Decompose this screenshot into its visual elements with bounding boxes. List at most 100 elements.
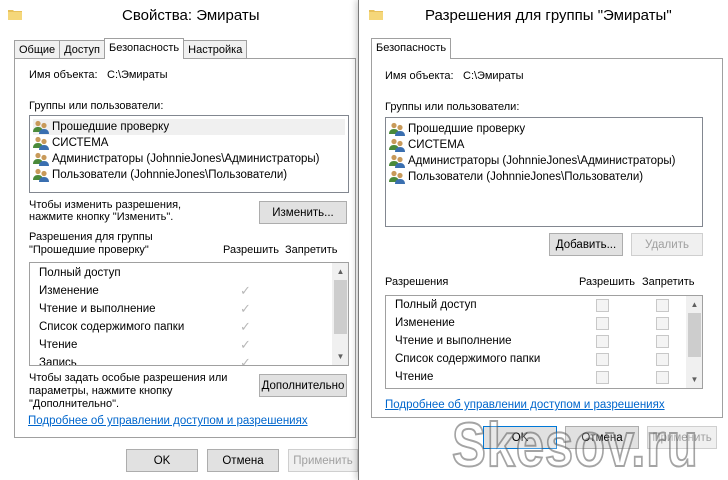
list-item-label: Пользователи (JohnnieJones\Пользователи) bbox=[408, 171, 644, 183]
advanced-button[interactable]: Дополнительно bbox=[259, 374, 347, 397]
check-icon: ✓ bbox=[240, 355, 251, 366]
permission-row: Полный доступ bbox=[39, 264, 121, 282]
object-name-label: Имя объекта: bbox=[385, 70, 454, 82]
permission-label: Изменение bbox=[39, 285, 99, 297]
permission-row: Запись bbox=[39, 354, 77, 366]
scroll-down-icon[interactable]: ▼ bbox=[332, 348, 348, 365]
deny-checkbox[interactable] bbox=[656, 353, 669, 366]
change-hint-line2: нажмите кнопку "Изменить". bbox=[29, 211, 174, 223]
deny-checkbox[interactable] bbox=[656, 299, 669, 312]
allow-checkbox[interactable] bbox=[596, 353, 609, 366]
users-icon bbox=[389, 138, 405, 152]
access-control-link[interactable]: Подробнее об управлении доступом и разре… bbox=[28, 415, 308, 427]
permissions-scrollbar[interactable]: ▲ ▼ bbox=[686, 296, 702, 388]
deny-column-header: Запретить bbox=[642, 276, 695, 288]
properties-window: Свойства: Эмираты Общие Доступ Безопасно… bbox=[0, 0, 358, 480]
tab-general[interactable]: Общие bbox=[14, 40, 61, 59]
scroll-up-icon[interactable]: ▲ bbox=[686, 296, 702, 313]
users-icon bbox=[33, 152, 49, 166]
users-list[interactable]: Прошедшие проверку СИСТЕМА Администратор… bbox=[29, 115, 349, 193]
object-name-value: C:\Эмираты bbox=[463, 70, 524, 82]
cancel-button[interactable]: Отмена bbox=[207, 449, 279, 472]
permission-row: Чтение и выполнение bbox=[39, 300, 156, 318]
permissions-list[interactable]: Полный доступ Изменение Чтение и выполне… bbox=[385, 295, 703, 389]
security-panel: Имя объекта: C:\Эмираты Группы или польз… bbox=[14, 58, 356, 438]
list-item-label: Администраторы (JohnnieJones\Администрат… bbox=[52, 153, 320, 165]
list-item-label: СИСТЕМА bbox=[408, 139, 465, 151]
list-item[interactable]: Прошедшие проверку bbox=[33, 119, 345, 135]
users-icon bbox=[389, 122, 405, 136]
tab-customize[interactable]: Настройка bbox=[183, 40, 248, 59]
list-item-label: СИСТЕМА bbox=[52, 137, 109, 149]
folder-icon bbox=[369, 10, 383, 20]
allow-column-header: Разрешить bbox=[223, 244, 279, 256]
deny-checkbox[interactable] bbox=[656, 317, 669, 330]
deny-checkbox[interactable] bbox=[656, 335, 669, 348]
deny-column-header: Запретить bbox=[285, 244, 338, 256]
check-icon: ✓ bbox=[240, 301, 251, 316]
scroll-thumb[interactable] bbox=[334, 280, 347, 334]
users-icon bbox=[389, 154, 405, 168]
permission-label: Изменение bbox=[395, 317, 455, 329]
advanced-hint-line3: "Дополнительно". bbox=[29, 398, 120, 410]
permissions-for-line2: "Прошедшие проверку" bbox=[29, 244, 149, 256]
object-name-label: Имя объекта: bbox=[29, 69, 98, 81]
list-item[interactable]: СИСТЕМА bbox=[33, 135, 108, 151]
permissions-list[interactable]: Полный доступ Изменение Чтение и выполне… bbox=[29, 262, 349, 366]
permissions-label: Разрешения bbox=[385, 276, 449, 288]
allow-checkbox[interactable] bbox=[596, 371, 609, 384]
advanced-hint-line2: параметры, нажмите кнопку bbox=[29, 385, 173, 397]
tab-sharing[interactable]: Доступ bbox=[59, 40, 105, 59]
allow-column-header: Разрешить bbox=[579, 276, 635, 288]
permission-label: Чтение bbox=[39, 339, 78, 351]
list-item[interactable]: Пользователи (JohnnieJones\Пользователи) bbox=[389, 169, 643, 185]
permission-row: Список содержимого папки bbox=[39, 318, 184, 336]
tab-security[interactable]: Безопасность bbox=[371, 38, 452, 59]
permission-row: Список содержимого папки bbox=[395, 350, 540, 368]
add-button[interactable]: Добавить... bbox=[549, 233, 623, 256]
list-item[interactable]: Администраторы (JohnnieJones\Администрат… bbox=[389, 153, 676, 169]
permissions-for-line1: Разрешения для группы bbox=[29, 231, 153, 243]
users-icon bbox=[33, 168, 49, 182]
list-item[interactable]: СИСТЕМА bbox=[389, 137, 464, 153]
remove-button[interactable]: Удалить bbox=[631, 233, 703, 256]
users-icon bbox=[33, 136, 49, 150]
allow-checkbox[interactable] bbox=[596, 317, 609, 330]
list-item[interactable]: Прошедшие проверку bbox=[389, 121, 525, 137]
permissions-title: Разрешения для группы "Эмираты" bbox=[425, 7, 672, 24]
allow-checkbox[interactable] bbox=[596, 299, 609, 312]
scroll-up-icon[interactable]: ▲ bbox=[332, 263, 348, 280]
users-icon bbox=[33, 120, 49, 134]
permission-label: Запись bbox=[39, 357, 77, 366]
apply-button[interactable]: Применить bbox=[288, 449, 358, 472]
check-icon: ✓ bbox=[240, 283, 251, 298]
allow-checkbox[interactable] bbox=[596, 335, 609, 348]
permissions-titlebar[interactable]: Разрешения для группы "Эмираты" bbox=[359, 0, 728, 31]
permission-row: Изменение bbox=[39, 282, 99, 300]
properties-tabs: Общие Доступ Безопасность Настройка bbox=[14, 38, 248, 59]
check-icon: ✓ bbox=[240, 319, 251, 334]
ok-button[interactable]: OK bbox=[126, 449, 198, 472]
permission-label: Список содержимого папки bbox=[395, 353, 541, 365]
scroll-thumb[interactable] bbox=[688, 313, 701, 357]
permissions-scrollbar[interactable]: ▲ ▼ bbox=[332, 263, 348, 365]
list-item[interactable]: Пользователи (JohnnieJones\Пользователи) bbox=[33, 167, 287, 183]
advanced-hint-line1: Чтобы задать особые разрешения или bbox=[29, 372, 228, 384]
permission-label: Полный доступ bbox=[39, 267, 121, 279]
change-button[interactable]: Изменить... bbox=[259, 201, 347, 224]
deny-checkbox[interactable] bbox=[656, 371, 669, 384]
properties-titlebar[interactable]: Свойства: Эмираты bbox=[0, 0, 358, 31]
permission-label: Чтение bbox=[395, 371, 434, 383]
permission-label: Чтение и выполнение bbox=[395, 335, 512, 347]
permissions-dialog: Разрешения для группы "Эмираты" Безопасн… bbox=[358, 0, 728, 480]
list-item[interactable]: Администраторы (JohnnieJones\Администрат… bbox=[33, 151, 320, 167]
permission-label: Список содержимого папки bbox=[39, 321, 185, 333]
permission-row: Изменение bbox=[395, 314, 455, 332]
permissions-panel: Имя объекта: C:\Эмираты Группы или польз… bbox=[371, 58, 723, 418]
scroll-down-icon[interactable]: ▼ bbox=[686, 371, 702, 388]
permission-row: Чтение bbox=[395, 368, 433, 386]
users-list[interactable]: Прошедшие проверку СИСТЕМА Администратор… bbox=[385, 117, 703, 227]
tab-security[interactable]: Безопасность bbox=[103, 38, 185, 59]
list-item-label: Прошедшие проверку bbox=[52, 121, 170, 133]
folder-icon bbox=[8, 10, 22, 20]
